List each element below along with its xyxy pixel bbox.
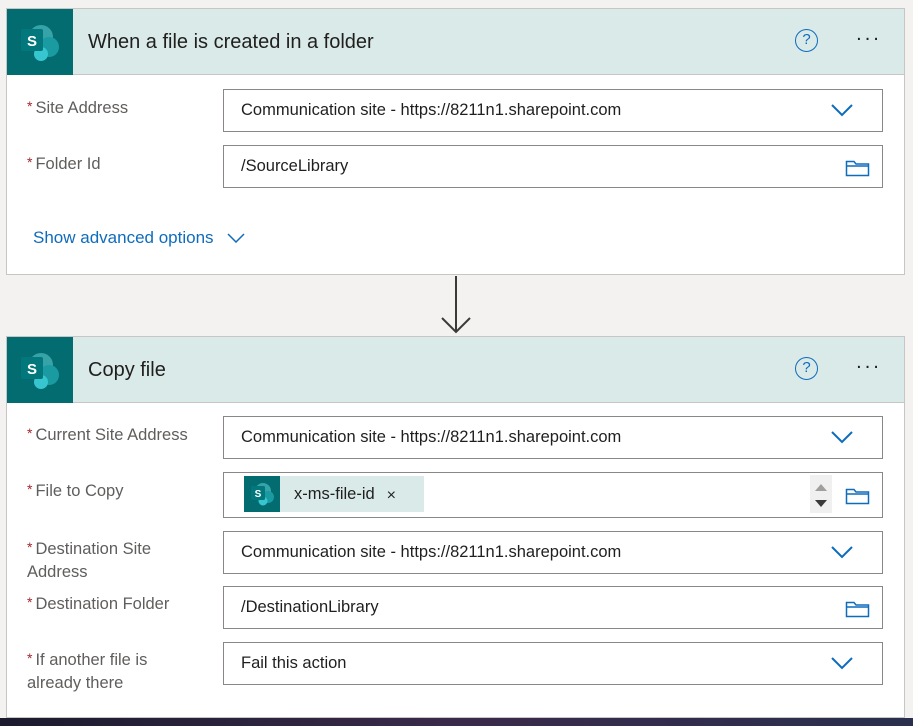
current-site-dropdown[interactable]: Communication site - https://8211n1.shar…: [223, 416, 883, 459]
folder-icon[interactable]: [845, 599, 870, 618]
trigger-card: S When a file is created in a folder ? .…: [6, 8, 905, 275]
scroll-up-icon[interactable]: [815, 484, 827, 491]
show-advanced-options-link[interactable]: Show advanced options: [33, 228, 245, 248]
folder-id-label: * Folder Id: [27, 154, 101, 173]
chevron-down-icon: [831, 431, 853, 444]
folder-id-field[interactable]: /SourceLibrary: [223, 145, 883, 188]
chevron-down-icon: [831, 657, 853, 670]
if-exists-label: * If another file is already there: [27, 650, 148, 692]
sharepoint-logo-letter: S: [27, 33, 37, 50]
dest-folder-label: * Destination Folder: [27, 594, 170, 613]
remove-token-icon[interactable]: ×: [387, 487, 396, 505]
token-logo-letter: S: [255, 489, 262, 500]
show-advanced-options-label: Show advanced options: [33, 228, 214, 247]
required-marker: *: [27, 481, 33, 497]
required-marker: *: [27, 539, 33, 555]
folder-icon[interactable]: [845, 158, 870, 177]
required-marker: *: [27, 98, 33, 114]
token-label: x-ms-file-id: [294, 484, 375, 503]
required-marker: *: [27, 425, 33, 441]
scroll-down-icon[interactable]: [815, 500, 827, 507]
required-marker: *: [27, 594, 33, 610]
arrow-down-icon: [441, 276, 471, 334]
more-options-icon[interactable]: ...: [852, 24, 886, 51]
sharepoint-logo-icon: S: [7, 9, 73, 75]
site-address-value: Communication site - https://8211n1.shar…: [241, 101, 622, 119]
site-address-label: * Site Address: [27, 98, 129, 117]
file-to-copy-label: * File to Copy: [27, 481, 124, 500]
dest-folder-field[interactable]: /DestinationLibrary: [223, 586, 883, 629]
sharepoint-token-icon: S: [244, 476, 280, 512]
copy-file-header[interactable]: S Copy file ? ...: [7, 337, 904, 403]
file-to-copy-field[interactable]: S x-ms-file-id ×: [223, 472, 883, 518]
taskbar-edge: [0, 718, 913, 726]
trigger-title: When a file is created in a folder: [88, 31, 374, 53]
dest-site-dropdown[interactable]: Communication site - https://8211n1.shar…: [223, 531, 883, 574]
copy-file-card: S Copy file ? ... * Current Site Address …: [6, 336, 905, 718]
chevron-down-icon: [831, 546, 853, 559]
copy-file-title: Copy file: [88, 359, 166, 381]
folder-id-value: /SourceLibrary: [241, 157, 349, 175]
if-exists-value: Fail this action: [241, 654, 347, 672]
folder-icon[interactable]: [845, 486, 870, 505]
dest-site-label: * Destination Site Address: [27, 539, 152, 581]
scroll-spinner[interactable]: [810, 475, 832, 513]
required-marker: *: [27, 650, 33, 666]
chevron-down-icon: [227, 233, 245, 243]
trigger-header[interactable]: S When a file is created in a folder ? .…: [7, 9, 904, 75]
sharepoint-logo-icon: S: [7, 337, 73, 403]
site-address-dropdown[interactable]: Communication site - https://8211n1.shar…: [223, 89, 883, 132]
dest-site-value: Communication site - https://8211n1.shar…: [241, 543, 622, 561]
current-site-label: * Current Site Address: [27, 425, 188, 444]
current-site-value: Communication site - https://8211n1.shar…: [241, 428, 622, 446]
sharepoint-logo-letter: S: [27, 361, 37, 378]
chevron-down-icon: [831, 104, 853, 117]
more-options-icon[interactable]: ...: [852, 352, 886, 379]
help-icon[interactable]: ?: [795, 357, 818, 380]
help-icon[interactable]: ?: [795, 29, 818, 52]
dynamic-content-token[interactable]: S x-ms-file-id ×: [244, 476, 424, 512]
required-marker: *: [27, 154, 33, 170]
if-exists-dropdown[interactable]: Fail this action: [223, 642, 883, 685]
dest-folder-value: /DestinationLibrary: [241, 598, 379, 616]
